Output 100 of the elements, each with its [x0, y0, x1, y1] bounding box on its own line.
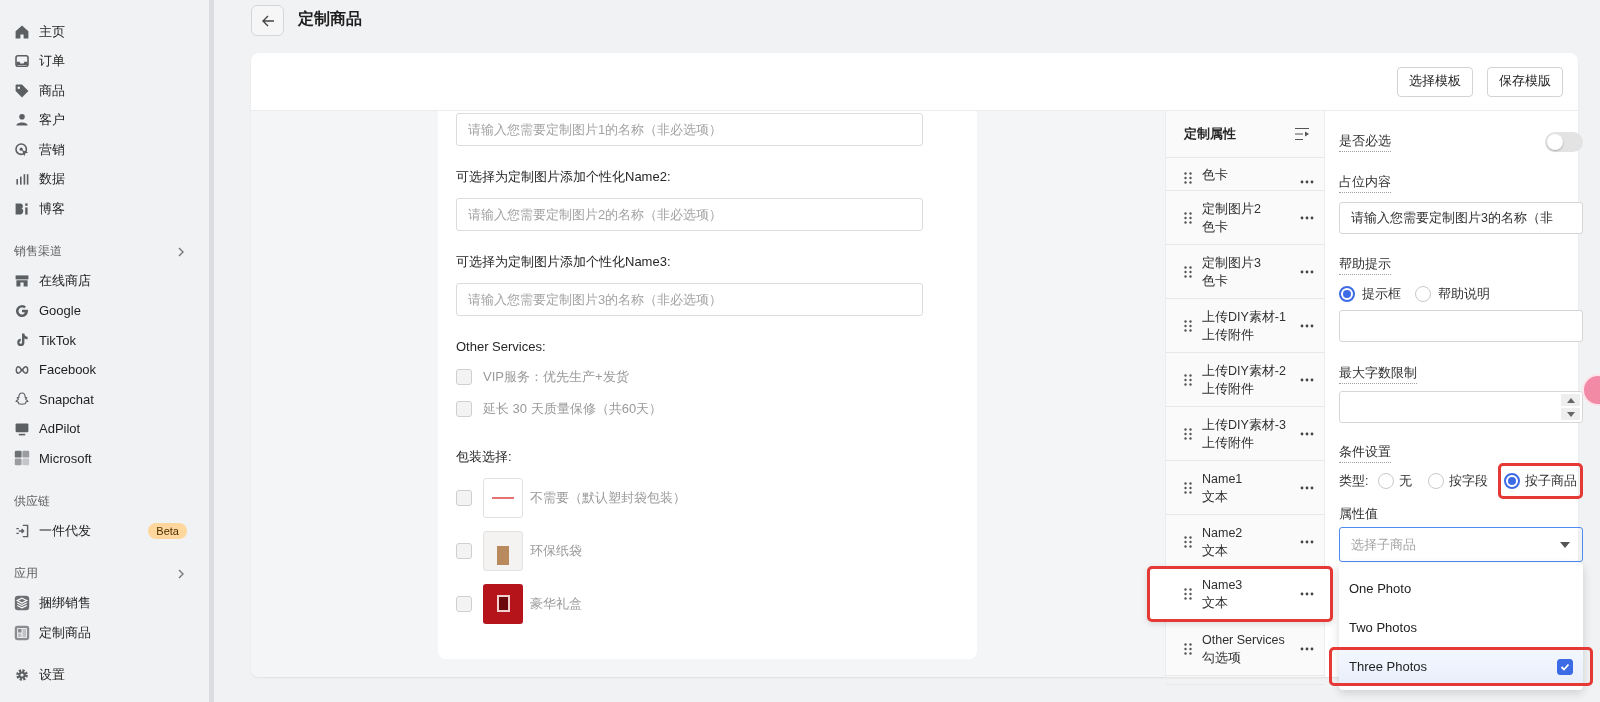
- sidebar-item[interactable]: 博客: [14, 194, 187, 224]
- option-label: 环保纸袋: [530, 541, 582, 560]
- radio-button[interactable]: [1428, 473, 1445, 489]
- property-item[interactable]: Name2 文本: [1166, 515, 1324, 568]
- sidebar-item[interactable]: 在线商店: [14, 266, 187, 296]
- sidebar-item[interactable]: Google: [14, 296, 187, 326]
- drag-handle-icon: [1184, 427, 1192, 440]
- four-squares-icon: [14, 450, 30, 467]
- input-field[interactable]: 请输入您需要定制图片3的名称（非必选项）: [456, 283, 923, 316]
- property-item[interactable]: Name1 文本: [1166, 461, 1324, 514]
- ghost-icon: [14, 391, 30, 408]
- section-title: Other Services:: [456, 338, 547, 356]
- beta-badge: Beta: [148, 522, 187, 539]
- toggle-switch[interactable]: [1545, 132, 1584, 152]
- property-type: 文本: [1202, 488, 1229, 506]
- property-name: Other Services: [1202, 631, 1286, 649]
- property-type: 上传附件: [1202, 434, 1255, 452]
- section-header[interactable]: 销售渠道: [14, 236, 187, 267]
- input-field[interactable]: 请输入您需要定制图片1的名称（非必选项）: [456, 113, 923, 146]
- sidebar-item[interactable]: 设置: [14, 660, 187, 690]
- radio-option[interactable]: 帮助说明: [1415, 285, 1490, 303]
- input-field[interactable]: 请输入您需要定制图片2的名称（非必选项）: [456, 198, 923, 231]
- toolbar-button[interactable]: 选择模板: [1397, 66, 1473, 97]
- field-label: 是否必选: [1339, 132, 1391, 152]
- radio-button[interactable]: [1378, 473, 1395, 489]
- radio-button[interactable]: [1339, 286, 1355, 302]
- section-header[interactable]: 供应链: [14, 486, 187, 516]
- more-icon: [1300, 646, 1314, 651]
- dropdown-option[interactable]: Three Photos: [1339, 650, 1584, 683]
- back-button[interactable]: [251, 5, 284, 36]
- photo-placeholder: [483, 530, 523, 571]
- sidebar-item[interactable]: 客户: [14, 105, 187, 135]
- text-area[interactable]: [1339, 310, 1584, 342]
- drag-handle-icon: [1184, 265, 1192, 278]
- sidebar-item[interactable]: 捆绑销售: [14, 588, 187, 618]
- photo-placeholder: [483, 477, 523, 518]
- field-label: 最大字数限制: [1339, 364, 1417, 384]
- sidebar-item[interactable]: 主页: [14, 17, 187, 47]
- drag-handle-icon: [1184, 211, 1192, 224]
- property-item[interactable]: 色卡: [1166, 158, 1324, 190]
- dropdown-option[interactable]: Two Photos: [1339, 611, 1584, 644]
- drag-handle-icon: [1184, 588, 1192, 600]
- drag-handle-icon: [1184, 481, 1192, 494]
- sidebar-item[interactable]: Facebook: [14, 355, 187, 385]
- property-item[interactable]: 定制图片2 色卡: [1166, 191, 1324, 244]
- radio-option[interactable]: 提示框: [1339, 285, 1401, 303]
- dropdown-option[interactable]: One Photo: [1339, 572, 1584, 605]
- import-icon: [14, 522, 30, 539]
- decrement-button[interactable]: [1561, 408, 1581, 420]
- checkbox-label: VIP服务：优先生产+发货: [483, 368, 629, 386]
- property-item[interactable]: 上传DIY素材-2 上传附件: [1166, 353, 1324, 406]
- sidebar-item[interactable]: 定制商品: [14, 618, 187, 648]
- section-header[interactable]: 应用: [14, 558, 187, 589]
- sidebar-item[interactable]: 一件代发 Beta: [14, 516, 187, 546]
- caret-down-icon: [1560, 541, 1571, 548]
- down-arrow-icon: [1567, 411, 1575, 417]
- checkbox[interactable]: [1557, 658, 1574, 675]
- sidebar-item[interactable]: 订单: [14, 46, 187, 76]
- sidebar-item[interactable]: AdPilot: [14, 414, 187, 444]
- number-field[interactable]: [1339, 391, 1584, 423]
- field-label: 类型:: [1339, 472, 1369, 490]
- property-item[interactable]: Other Services 勾选项: [1166, 622, 1324, 675]
- toolbar-button[interactable]: 保存模版: [1487, 66, 1563, 97]
- settings-icon: [14, 667, 30, 684]
- sidebar-item[interactable]: 数据: [14, 164, 187, 194]
- more-icon: [1300, 323, 1314, 328]
- drag-handle-icon: [1184, 642, 1192, 655]
- monitor-icon: [14, 420, 30, 437]
- more-icon: [1300, 485, 1314, 490]
- sidebar-item[interactable]: TikTok: [14, 325, 187, 355]
- property-item[interactable]: 上传DIY素材-1 上传附件: [1166, 299, 1324, 352]
- property-name: 上传DIY素材-3: [1202, 416, 1287, 434]
- property-name: Name2: [1202, 524, 1244, 542]
- increment-button[interactable]: [1561, 394, 1581, 406]
- page-title: 定制商品: [298, 9, 362, 29]
- more-icon: [1300, 539, 1314, 544]
- bar-chart-icon: [14, 171, 30, 188]
- radio-button[interactable]: [1504, 473, 1521, 489]
- person-icon: [14, 112, 30, 129]
- property-type: 文本: [1202, 595, 1229, 612]
- property-item[interactable]: 上传DIY素材-3 上传附件: [1166, 407, 1324, 460]
- input-field[interactable]: 请输入您需要定制图片3的名称（非: [1339, 202, 1584, 234]
- property-name: 上传DIY素材-2: [1202, 362, 1287, 380]
- checkbox-label: 延长 30 天质量保修（共60天）: [483, 400, 663, 418]
- radio-option[interactable]: 按字段: [1428, 472, 1489, 490]
- property-type: 文本: [1202, 542, 1229, 560]
- property-item[interactable]: 定制图片3 色卡: [1166, 245, 1324, 298]
- sidebar-item[interactable]: Snapchat: [14, 384, 187, 414]
- sidebar-item[interactable]: 商品: [14, 76, 187, 106]
- photo-placeholder: [483, 583, 523, 624]
- field-label: 帮助提示: [1339, 255, 1391, 275]
- option-label: 不需要（默认塑封袋包装）: [530, 488, 686, 507]
- sidebar-item[interactable]: Microsoft: [14, 443, 187, 473]
- radio-option[interactable]: 按子商品: [1504, 472, 1578, 490]
- property-item[interactable]: Name3 文本: [1166, 569, 1324, 619]
- sidebar-item[interactable]: 营销: [14, 135, 187, 165]
- radio-button[interactable]: [1415, 286, 1431, 302]
- radio-option[interactable]: 无: [1378, 472, 1413, 490]
- blog-icon: [14, 200, 30, 217]
- field-label: 可选择为定制图片添加个性化Name3:: [456, 253, 672, 271]
